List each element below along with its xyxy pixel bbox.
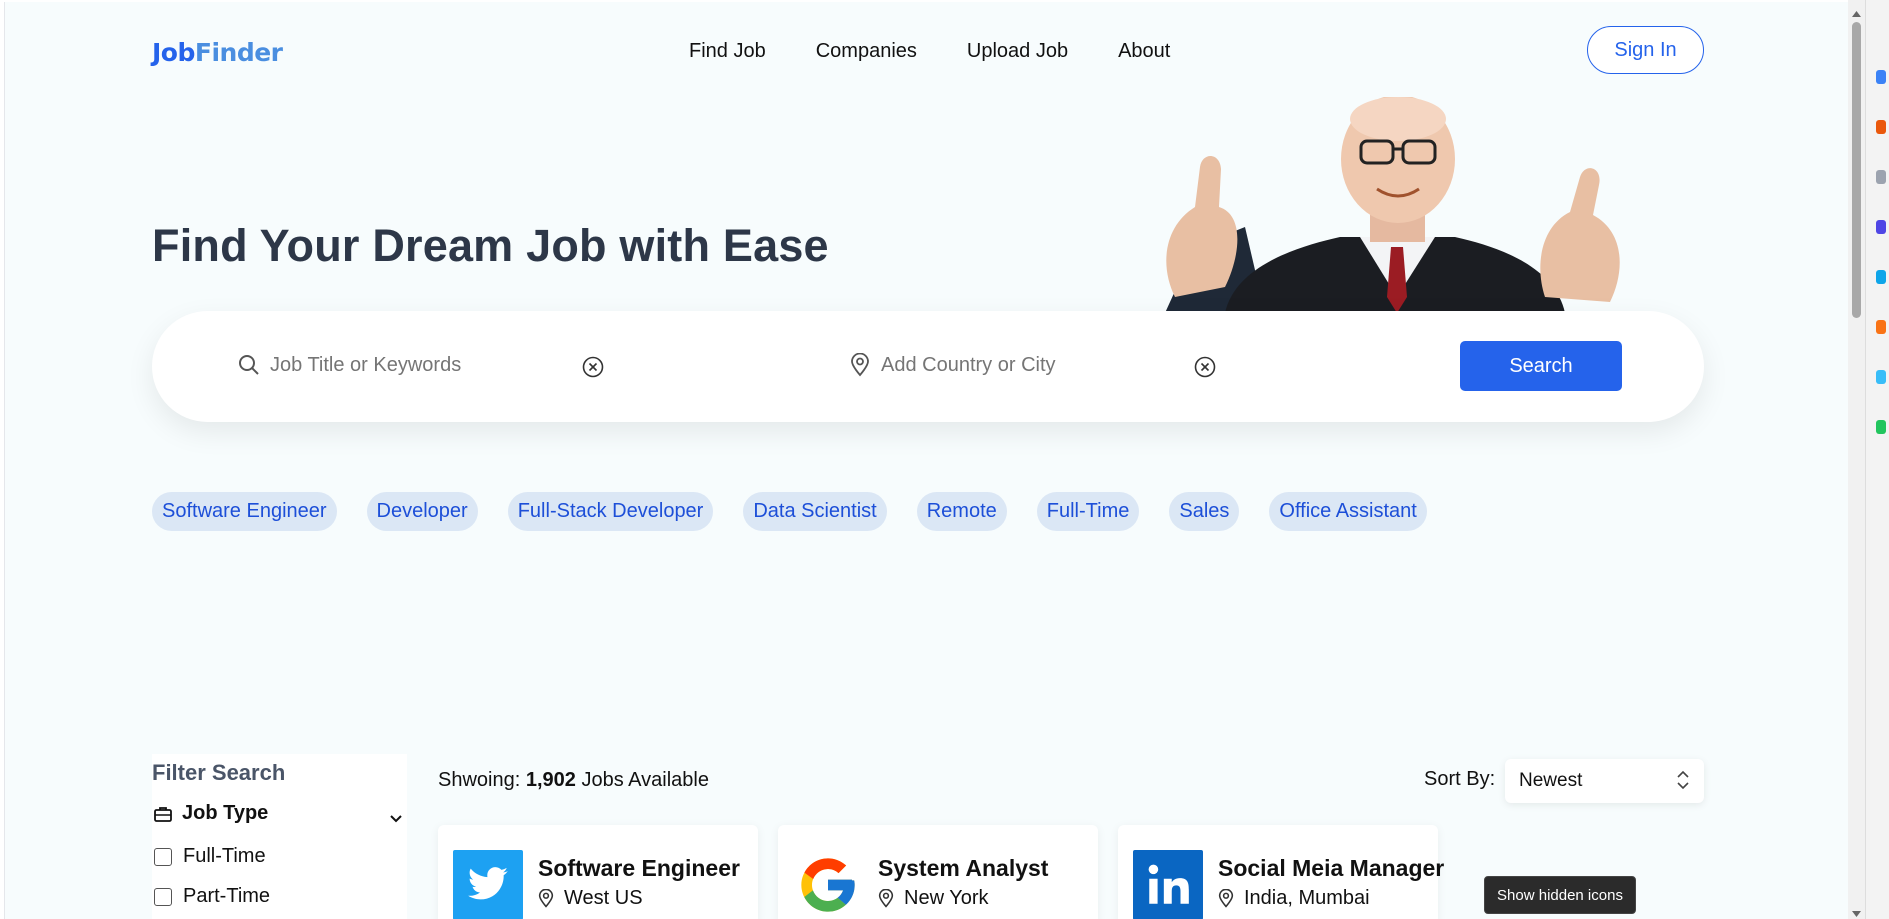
hero-person-image [1155, 97, 1639, 313]
sort-value: Newest [1519, 770, 1583, 791]
location-pin-icon [538, 889, 554, 908]
extension-icon[interactable] [1876, 70, 1886, 84]
extension-icon[interactable] [1876, 170, 1886, 184]
vertical-scrollbar[interactable] [1848, 0, 1865, 919]
hero-title: Find Your Dream Job with Ease [152, 220, 829, 271]
showing-prefix: Shwoing: [438, 769, 521, 791]
search-button[interactable]: Search [1460, 341, 1622, 391]
popular-tags: Software Engineer Developer Full-Stack D… [152, 492, 1457, 531]
updown-chevron-icon [1676, 770, 1690, 796]
job-type-label: Job Type [182, 802, 269, 824]
scroll-up-arrow-icon[interactable] [1852, 4, 1861, 22]
job-location-text: New York [904, 887, 989, 909]
location-pin-icon [1218, 889, 1234, 908]
filter-option-label: Full-Time [183, 845, 266, 867]
tag-office-assistant[interactable]: Office Assistant [1269, 492, 1427, 531]
extension-icon[interactable] [1876, 370, 1886, 384]
location-field[interactable] [847, 345, 1181, 385]
tag-software-engineer[interactable]: Software Engineer [152, 492, 337, 531]
scroll-down-arrow-icon[interactable] [1852, 904, 1861, 919]
job-location-text: India, Mumbai [1244, 887, 1370, 909]
sort-label: Sort By: [1424, 768, 1496, 790]
clear-keyword-icon[interactable] [581, 355, 605, 379]
job-title[interactable]: System Analyst [878, 855, 1048, 882]
tag-full-stack-developer[interactable]: Full-Stack Developer [507, 492, 714, 531]
search-icon [236, 352, 262, 378]
filter-option-label: Part-Time [183, 885, 271, 907]
side-toolbar [1865, 0, 1889, 919]
logo-part-job: Job [152, 38, 195, 67]
tag-data-scientist[interactable]: Data Scientist [743, 492, 887, 531]
chevron-down-icon [390, 806, 402, 829]
location-pin-icon [847, 352, 873, 378]
job-location: West US [538, 887, 643, 910]
main-nav: Find Job Companies Upload Job About [689, 40, 1220, 63]
nav-companies[interactable]: Companies [816, 40, 917, 63]
show-hidden-icons-tooltip: Show hidden icons [1484, 876, 1636, 914]
nav-find-job[interactable]: Find Job [689, 40, 766, 63]
filter-option-full-time[interactable]: Full-Time [154, 845, 266, 868]
extension-icon[interactable] [1876, 220, 1886, 234]
job-title[interactable]: Software Engineer [538, 855, 740, 882]
job-card[interactable]: Social Meia Manager India, Mumbai [1118, 825, 1444, 919]
filter-title: Filter Search [152, 760, 286, 785]
keyword-field[interactable] [236, 345, 570, 385]
checkbox-full-time[interactable] [154, 847, 172, 866]
showing-suffix: Jobs Available [581, 769, 709, 791]
twitter-logo-icon [453, 850, 523, 919]
job-location: New York [878, 887, 989, 910]
logo-part-finder: Finder [194, 38, 283, 67]
extension-icon[interactable] [1876, 120, 1886, 134]
filter-option-part-time[interactable]: Part-Time [154, 885, 270, 908]
linkedin-logo-icon [1133, 850, 1203, 919]
sign-in-button[interactable]: Sign In [1587, 26, 1704, 74]
logo[interactable]: JobFinder [152, 38, 283, 67]
sort-select[interactable]: Newest [1505, 759, 1704, 803]
location-pin-icon [878, 889, 894, 908]
extension-icon[interactable] [1876, 320, 1886, 334]
extension-icon[interactable] [1876, 420, 1886, 434]
results-count: Shwoing: 1,902 Jobs Available [438, 769, 709, 792]
search-bar: Search [152, 311, 1704, 422]
tag-developer[interactable]: Developer [366, 492, 478, 531]
clear-location-icon[interactable] [1193, 355, 1217, 379]
checkbox-part-time[interactable] [154, 887, 172, 906]
jobs-count: 1,902 [525, 769, 576, 791]
nav-upload-job[interactable]: Upload Job [967, 40, 1068, 63]
location-input[interactable] [881, 353, 1181, 377]
page: JobFinder Find Job Companies Upload Job … [4, 2, 1848, 919]
job-location: India, Mumbai [1218, 887, 1370, 910]
nav-about[interactable]: About [1118, 40, 1170, 63]
job-title[interactable]: Social Meia Manager [1218, 855, 1444, 882]
job-card[interactable]: System Analyst New York [778, 825, 1098, 919]
keyword-input[interactable] [270, 353, 570, 377]
tag-sales[interactable]: Sales [1169, 492, 1240, 531]
extension-icon[interactable] [1876, 270, 1886, 284]
briefcase-icon [154, 806, 172, 822]
google-logo-icon [793, 850, 863, 919]
tag-remote[interactable]: Remote [916, 492, 1007, 531]
job-type-toggle[interactable]: Job Type [154, 802, 402, 825]
filter-panel: Filter Search Job Type Full-Time Part-Ti… [152, 754, 407, 919]
scrollbar-thumb[interactable] [1852, 22, 1861, 318]
job-card[interactable]: Software Engineer West US [438, 825, 758, 919]
tag-full-time[interactable]: Full-Time [1036, 492, 1140, 531]
job-location-text: West US [564, 887, 643, 909]
